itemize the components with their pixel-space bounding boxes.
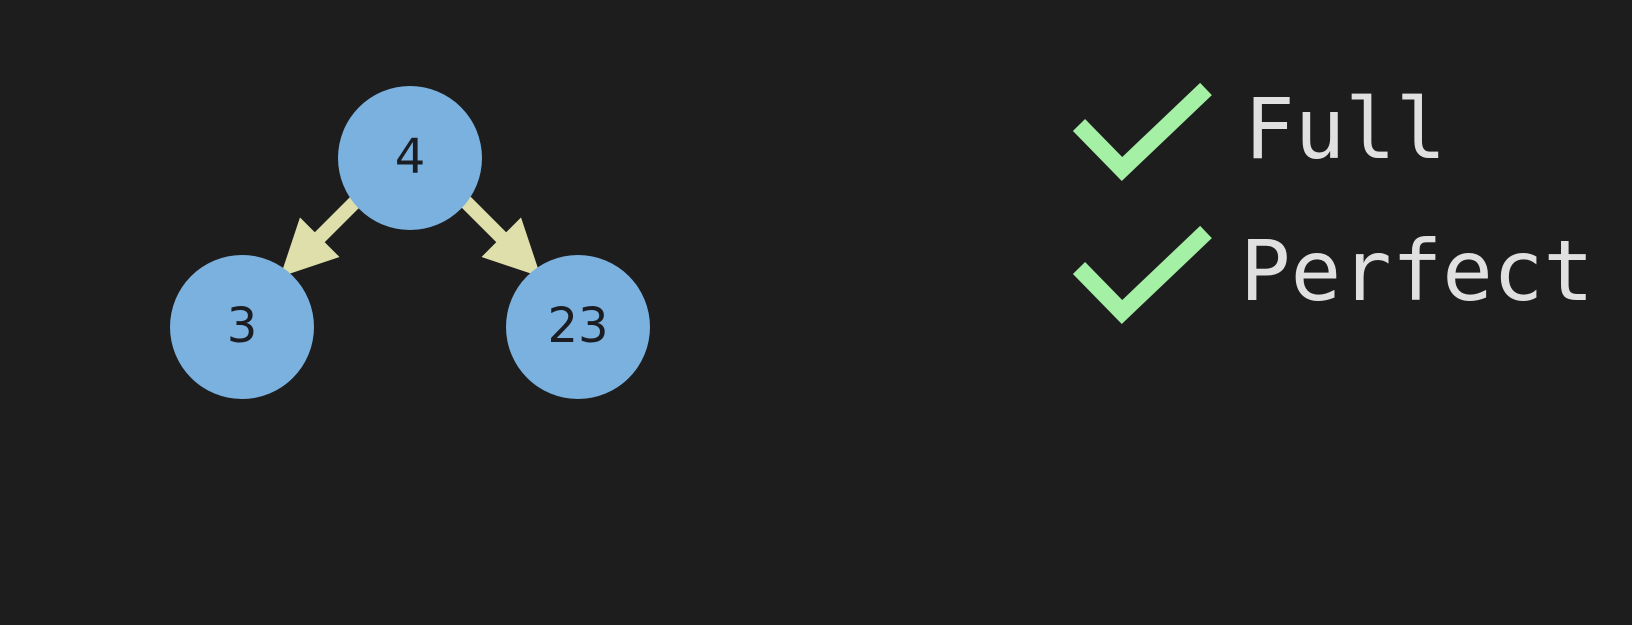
property-checklist: Full Perfect: [1072, 80, 1594, 324]
node-value: 23: [547, 298, 608, 354]
checklist-label: Full: [1244, 80, 1446, 178]
checklist-label: Perfect: [1240, 222, 1594, 320]
tree-node-left: 3: [170, 255, 314, 399]
edge-root-to-left: [280, 194, 363, 277]
diagram-canvas: 4 3 23 Full Perfect: [170, 80, 1594, 399]
node-value: 4: [395, 129, 426, 185]
tree-node-root: 4: [338, 86, 482, 230]
checkmark-icon: [1072, 225, 1212, 324]
binary-tree: 4 3 23: [170, 86, 650, 399]
checkmark-icon: [1072, 82, 1212, 181]
node-value: 3: [227, 298, 258, 354]
checklist-item-full: Full: [1072, 80, 1446, 181]
checklist-item-perfect: Perfect: [1072, 222, 1594, 324]
tree-node-right: 23: [506, 255, 650, 399]
edge-root-to-right: [458, 194, 541, 277]
